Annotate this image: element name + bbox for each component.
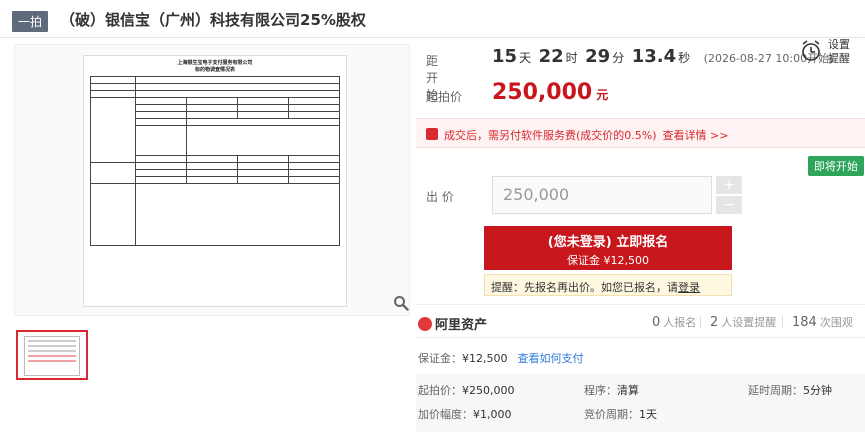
- countdown-timer: 15 天 22 时 29 分 13.4 秒 (2026-08-27 10:00开始): [492, 46, 833, 67]
- login-tip: 提醒：先报名再出价。如您已报名，请登录: [484, 274, 732, 296]
- signup-count: 0 人报名: [652, 314, 696, 330]
- divider: [700, 316, 701, 328]
- fee-text: 成交后，需另付软件服务费(成交价的0.5%): [444, 129, 657, 142]
- deposit-label: 保证金：: [418, 352, 462, 365]
- countdown-seconds: 13.4: [631, 46, 677, 67]
- increment-label: 加价幅度：: [418, 408, 473, 421]
- countdown-seconds-unit: 秒: [678, 51, 691, 65]
- procedure-value: 清算: [617, 384, 639, 397]
- start-price-value: 250,000 元: [492, 80, 608, 105]
- page-header: 一拍 （破）银信宝（广州）科技有限公司25%股权: [0, 0, 865, 38]
- reminder-count-label: 人设置提醒: [721, 316, 777, 329]
- countdown-minutes: 29: [585, 46, 611, 67]
- bag-icon: [426, 128, 438, 140]
- bidding-period-term: 竞价周期：1天: [584, 406, 657, 422]
- countdown-hours-unit: 时: [565, 51, 578, 65]
- main-image-viewer[interactable]: 上海银生宝电子支付服务有限公司 标的物调查情况表: [14, 44, 410, 316]
- login-link[interactable]: 登录: [678, 281, 700, 294]
- divider: [782, 316, 783, 328]
- document-table: [90, 76, 341, 246]
- delay-value: 5分钟: [803, 384, 832, 397]
- signup-deposit-label: 保证金 ¥12,500: [567, 254, 649, 267]
- document-title-line2: 标的物调查情况表: [194, 67, 235, 73]
- bid-label: 出 价: [426, 190, 454, 204]
- countdown-days-unit: 天: [519, 51, 532, 65]
- how-to-pay-link[interactable]: 查看如何支付: [518, 352, 584, 365]
- fee-details-link[interactable]: 查看详情 >>: [663, 129, 729, 142]
- zoom-icon[interactable]: [393, 295, 409, 311]
- view-count-label: 次围观: [819, 316, 853, 329]
- decrease-bid-button[interactable]: −: [716, 196, 742, 214]
- fee-notice: 成交后，需另付软件服务费(成交价的0.5%) 查看详情 >>: [416, 118, 865, 148]
- start-price-term: 起拍价：¥250,000: [418, 382, 515, 398]
- page-title: （破）银信宝（广州）科技有限公司25%股权: [60, 11, 366, 29]
- start-price-unit: 元: [596, 88, 609, 102]
- procedure-term: 程序：清算: [584, 382, 639, 398]
- increment-value: ¥1,000: [473, 408, 512, 421]
- ali-logo-icon: [418, 317, 432, 331]
- signup-count-value: 0: [652, 315, 661, 330]
- start-price-number: 250,000: [492, 80, 593, 105]
- reminder-count: 2 人设置提醒: [710, 314, 776, 330]
- increase-bid-button[interactable]: +: [716, 176, 742, 194]
- signup-count-label: 人报名: [663, 316, 697, 329]
- stats-bar: 阿里资产 0 人报名 2 人设置提醒 184 次围观: [416, 304, 865, 338]
- increment-term: 加价幅度：¥1,000: [418, 406, 512, 422]
- view-count-value: 184: [792, 315, 817, 330]
- login-tip-text: 提醒：先报名再出价。如您已报名，请: [491, 281, 678, 294]
- term-start-price-value: ¥250,000: [462, 384, 515, 397]
- ali-logo-text: 阿里资产: [435, 318, 488, 333]
- set-reminder-button[interactable]: 设置提醒: [800, 38, 860, 74]
- auction-terms: 起拍价：¥250,000 程序：清算 延时周期：5分钟 加价幅度：¥1,000 …: [416, 374, 865, 432]
- alarm-clock-icon: [802, 40, 820, 61]
- period-value: 1天: [639, 408, 657, 421]
- countdown-hours: 22: [538, 46, 564, 67]
- reminder-count-value: 2: [710, 315, 719, 330]
- delay-label: 延时周期：: [748, 384, 803, 397]
- period-label: 竞价周期：: [584, 408, 639, 421]
- countdown-minutes-unit: 分: [612, 51, 625, 65]
- auction-round-tag: 一拍: [12, 11, 49, 32]
- thumbnail-strip: [16, 330, 88, 380]
- countdown-days: 15: [492, 46, 518, 67]
- term-start-price-label: 起拍价：: [418, 384, 462, 397]
- delay-term: 延时周期：5分钟: [748, 382, 832, 398]
- upcoming-badge: 即将开始: [808, 156, 864, 176]
- procedure-label: 程序：: [584, 384, 617, 397]
- start-price-label: 起拍价: [426, 90, 463, 104]
- signup-label: (您未登录) 立即报名: [547, 235, 669, 250]
- set-reminder-label: 设置提醒: [828, 38, 850, 65]
- ali-asset-logo: 阿里资产: [418, 314, 487, 333]
- signup-button[interactable]: (您未登录) 立即报名 保证金 ¥12,500: [484, 226, 732, 270]
- deposit-value: ¥12,500: [462, 352, 508, 365]
- document-image: 上海银生宝电子支付服务有限公司 标的物调查情况表: [83, 55, 347, 307]
- deposit-row: 保证金：¥12,500 查看如何支付: [418, 350, 584, 366]
- thumbnail-item[interactable]: [16, 330, 88, 380]
- fee-notice-text: 成交后，需另付软件服务费(成交价的0.5%) 查看详情 >>: [444, 127, 728, 143]
- document-title-line1: 上海银生宝电子支付服务有限公司: [177, 60, 253, 66]
- view-count: 184 次围观: [792, 314, 853, 330]
- bid-amount-input[interactable]: 250,000: [492, 176, 712, 214]
